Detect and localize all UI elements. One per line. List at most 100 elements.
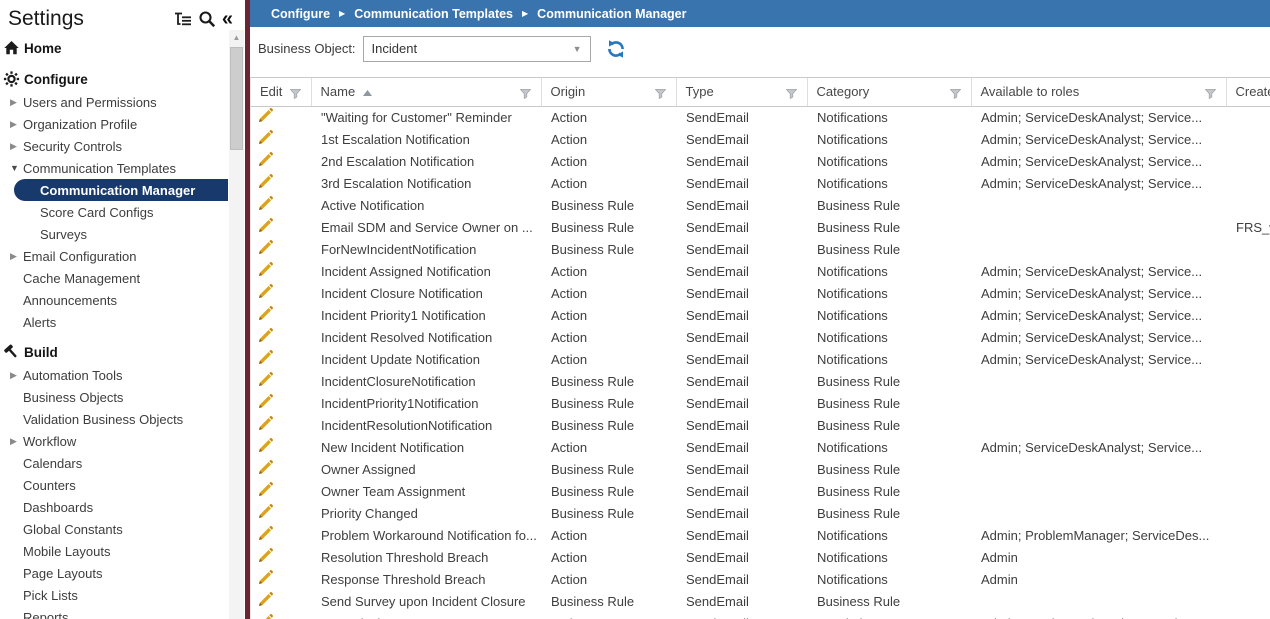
sidebar-item-users-and-permissions[interactable]: ▶Users and Permissions — [0, 91, 245, 113]
table-row[interactable]: New Incident NotificationActionSendEmail… — [251, 436, 1270, 458]
edit-pencil-icon[interactable] — [258, 262, 273, 277]
edit-pencil-icon[interactable] — [258, 614, 273, 619]
edit-pencil-icon[interactable] — [258, 548, 273, 563]
table-row[interactable]: IncidentPriority1NotificationBusiness Ru… — [251, 392, 1270, 414]
refresh-button[interactable] — [606, 39, 626, 59]
sidebar-item-validation-business-objects[interactable]: Validation Business Objects — [0, 408, 245, 430]
sidebar-item-cache-management[interactable]: Cache Management — [0, 267, 245, 289]
table-row[interactable]: Incident Assigned NotificationActionSend… — [251, 260, 1270, 282]
chevron-expanded-icon[interactable]: ▼ — [9, 163, 23, 173]
collapse-sidebar-icon[interactable]: « — [222, 12, 231, 26]
table-row[interactable]: Incident Resolved NotificationActionSend… — [251, 326, 1270, 348]
breadcrumb-item-communication-manager[interactable]: Communication Manager — [537, 7, 686, 21]
sidebar-item-communication-templates[interactable]: ▼Communication Templates — [0, 157, 245, 179]
sidebar-item-pick-lists[interactable]: Pick Lists — [0, 584, 245, 606]
edit-pencil-icon[interactable] — [258, 372, 273, 387]
column-header-origin[interactable]: Origin — [541, 78, 676, 106]
edit-pencil-icon[interactable] — [258, 438, 273, 453]
table-row[interactable]: Problem Workaround Notification fo...Act… — [251, 524, 1270, 546]
table-row[interactable]: 1st Escalation NotificationActionSendEma… — [251, 128, 1270, 150]
filter-icon[interactable] — [1205, 87, 1216, 102]
sidebar-item-email-configuration[interactable]: ▶Email Configuration — [0, 245, 245, 267]
table-row[interactable]: 3rd Escalation NotificationActionSendEma… — [251, 172, 1270, 194]
edit-pencil-icon[interactable] — [258, 218, 273, 233]
edit-pencil-icon[interactable] — [258, 174, 273, 189]
table-row[interactable]: Email SDM and Service Owner on ...Busine… — [251, 216, 1270, 238]
column-header-type[interactable]: Type — [676, 78, 807, 106]
edit-pencil-icon[interactable] — [258, 482, 273, 497]
sidebar-item-communication-manager[interactable]: Communication Manager — [14, 179, 228, 201]
edit-pencil-icon[interactable] — [258, 240, 273, 255]
table-row[interactable]: Active NotificationBusiness RuleSendEmai… — [251, 194, 1270, 216]
table-row[interactable]: Response Threshold BreachActionSendEmail… — [251, 568, 1270, 590]
filter-icon[interactable] — [290, 87, 301, 102]
table-row[interactable]: 2nd Escalation NotificationActionSendEma… — [251, 150, 1270, 172]
edit-pencil-icon[interactable] — [258, 394, 273, 409]
chevron-collapsed-icon[interactable]: ▶ — [9, 141, 23, 152]
sidebar-section-header-build[interactable]: Build — [0, 340, 245, 364]
edit-pencil-icon[interactable] — [258, 526, 273, 541]
sidebar-item-reports[interactable]: Reports — [0, 606, 245, 619]
chevron-collapsed-icon[interactable]: ▶ — [9, 436, 23, 447]
sidebar-item-score-card-configs[interactable]: Score Card Configs — [0, 201, 245, 223]
column-header-edit[interactable]: Edit — [251, 78, 311, 106]
filter-icon[interactable] — [950, 87, 961, 102]
filter-icon[interactable] — [655, 87, 666, 102]
filter-icon[interactable] — [520, 87, 531, 102]
edit-pencil-icon[interactable] — [258, 592, 273, 607]
edit-pencil-icon[interactable] — [258, 350, 273, 365]
scroll-up-icon[interactable]: ▲ — [229, 30, 244, 45]
edit-pencil-icon[interactable] — [258, 108, 273, 123]
sidebar-item-surveys[interactable]: Surveys — [0, 223, 245, 245]
edit-pencil-icon[interactable] — [258, 504, 273, 519]
edit-pencil-icon[interactable] — [258, 570, 273, 585]
column-header-name[interactable]: Name — [311, 78, 541, 106]
table-row[interactable]: Incident Update NotificationActionSendEm… — [251, 348, 1270, 370]
sidebar-item-mobile-layouts[interactable]: Mobile Layouts — [0, 540, 245, 562]
table-row[interactable]: Incident Closure NotificationActionSendE… — [251, 282, 1270, 304]
sidebar-scrollbar[interactable]: ▲ — [229, 30, 244, 619]
table-row[interactable]: Stop ClockActionSendEmailEscalationAdmin… — [251, 612, 1270, 619]
table-row[interactable]: Resolution Threshold BreachActionSendEma… — [251, 546, 1270, 568]
column-header-category[interactable]: Category — [807, 78, 971, 106]
edit-pencil-icon[interactable] — [258, 416, 273, 431]
edit-pencil-icon[interactable] — [258, 152, 273, 167]
breadcrumb-item-configure[interactable]: Configure — [271, 7, 330, 21]
sidebar-item-organization-profile[interactable]: ▶Organization Profile — [0, 113, 245, 135]
table-row[interactable]: Owner Team AssignmentBusiness RuleSendEm… — [251, 480, 1270, 502]
edit-pencil-icon[interactable] — [258, 196, 273, 211]
table-row[interactable]: Owner AssignedBusiness RuleSendEmailBusi… — [251, 458, 1270, 480]
sidebar-item-business-objects[interactable]: Business Objects — [0, 386, 245, 408]
table-row[interactable]: Incident Priority1 NotificationActionSen… — [251, 304, 1270, 326]
sidebar-item-announcements[interactable]: Announcements — [0, 289, 245, 311]
scrollbar-thumb[interactable] — [230, 47, 243, 150]
sidebar-item-automation-tools[interactable]: ▶Automation Tools — [0, 364, 245, 386]
table-row[interactable]: IncidentClosureNotificationBusiness Rule… — [251, 370, 1270, 392]
business-object-select[interactable]: Incident ▼ — [363, 36, 591, 62]
sidebar-item-alerts[interactable]: Alerts — [0, 311, 245, 333]
chevron-collapsed-icon[interactable]: ▶ — [9, 370, 23, 381]
sidebar-item-security-controls[interactable]: ▶Security Controls — [0, 135, 245, 157]
chevron-collapsed-icon[interactable]: ▶ — [9, 119, 23, 130]
search-icon[interactable] — [198, 10, 216, 28]
table-row[interactable]: IncidentResolutionNotificationBusiness R… — [251, 414, 1270, 436]
sidebar-item-dashboards[interactable]: Dashboards — [0, 496, 245, 518]
edit-pencil-icon[interactable] — [258, 284, 273, 299]
table-row[interactable]: Send Survey upon Incident ClosureBusines… — [251, 590, 1270, 612]
sidebar-item-global-constants[interactable]: Global Constants — [0, 518, 245, 540]
chevron-collapsed-icon[interactable]: ▶ — [9, 251, 23, 262]
filter-icon[interactable] — [786, 87, 797, 102]
sidebar-item-calendars[interactable]: Calendars — [0, 452, 245, 474]
column-header-available-to-roles[interactable]: Available to roles — [971, 78, 1226, 106]
tree-collapse-icon[interactable] — [174, 11, 192, 27]
sidebar-section-header-configure[interactable]: Configure — [0, 67, 245, 91]
sidebar-section-header-home[interactable]: Home — [0, 36, 245, 60]
sidebar-item-page-layouts[interactable]: Page Layouts — [0, 562, 245, 584]
chevron-collapsed-icon[interactable]: ▶ — [9, 97, 23, 108]
table-row[interactable]: "Waiting for Customer" ReminderActionSen… — [251, 106, 1270, 128]
edit-pencil-icon[interactable] — [258, 306, 273, 321]
table-row[interactable]: Priority ChangedBusiness RuleSendEmailBu… — [251, 502, 1270, 524]
breadcrumb-item-communication-templates[interactable]: Communication Templates — [354, 7, 513, 21]
sidebar-item-workflow[interactable]: ▶Workflow — [0, 430, 245, 452]
table-row[interactable]: ForNewIncidentNotificationBusiness RuleS… — [251, 238, 1270, 260]
